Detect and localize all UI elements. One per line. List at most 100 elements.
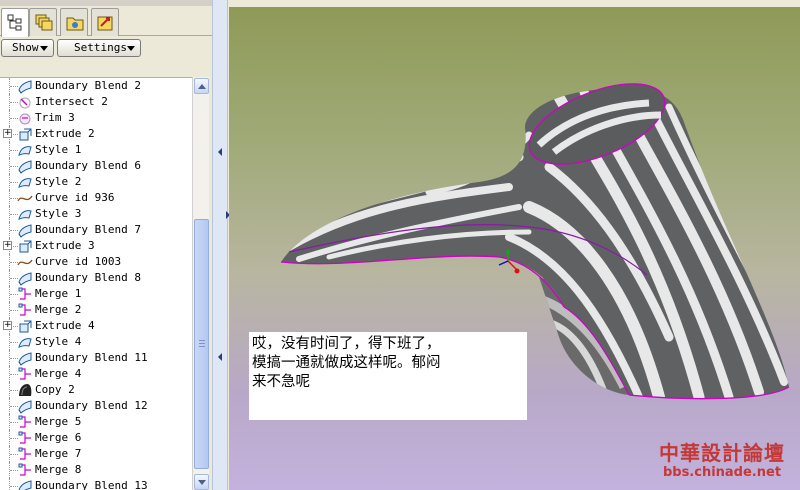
tree-item[interactable]: + Extrude 2 bbox=[0, 126, 192, 142]
tree-item-label: Style 2 bbox=[35, 175, 82, 188]
show-menu-button[interactable]: Show bbox=[1, 39, 54, 57]
tree-item-label: Boundary Blend 11 bbox=[35, 351, 148, 364]
tree-item[interactable]: Style 3 bbox=[0, 206, 192, 222]
tree-item[interactable]: Curve id 1003 bbox=[0, 254, 192, 270]
tree-item-label: Boundary Blend 8 bbox=[35, 271, 141, 284]
style-icon bbox=[18, 146, 32, 156]
layers-tab[interactable] bbox=[29, 8, 57, 36]
scroll-thumb[interactable] bbox=[194, 219, 209, 469]
curve-icon bbox=[17, 259, 33, 266]
model-tree: Boundary Blend 2 Intersect 2 Trim 3 + Extrud… bbox=[0, 77, 192, 490]
tree-scrollbar[interactable] bbox=[192, 77, 209, 490]
tree-item[interactable]: Style 1 bbox=[0, 142, 192, 158]
tree-item[interactable]: Merge 4 bbox=[0, 366, 192, 382]
tree-item-label: Merge 5 bbox=[35, 415, 82, 428]
note-line: 模搞一通就做成这样呢。郁闷 bbox=[252, 355, 441, 371]
favorites-tab[interactable] bbox=[91, 8, 119, 36]
model-tree-panel: Show Settings Boundary Blend 2 Intersect … bbox=[0, 0, 214, 490]
tree-item[interactable]: Boundary Blend 13 bbox=[0, 478, 192, 490]
tree-item-label: Boundary Blend 12 bbox=[35, 399, 148, 412]
tree-item-label: Boundary Blend 6 bbox=[35, 159, 141, 172]
watermark-title: 中華設計論壇 bbox=[659, 441, 785, 465]
forum-watermark: 中華設計論壇 bbs.chinade.net bbox=[650, 435, 794, 487]
tree-item[interactable]: Trim 3 bbox=[0, 110, 192, 126]
merge-icon bbox=[18, 303, 31, 316]
tree-item[interactable]: Curve id 936 bbox=[0, 190, 192, 206]
tree-item-label: Style 4 bbox=[35, 335, 82, 348]
model-tree-tab[interactable] bbox=[1, 8, 29, 37]
expand-icon[interactable]: + bbox=[3, 241, 12, 250]
panel-tab-bar bbox=[0, 6, 214, 37]
style-icon bbox=[18, 338, 32, 348]
merge-icon bbox=[18, 415, 31, 428]
expand-icon[interactable]: + bbox=[3, 321, 12, 330]
tree-item-label: Boundary Blend 7 bbox=[35, 223, 141, 236]
tree-item[interactable]: Boundary Blend 11 bbox=[0, 350, 192, 366]
scroll-up-button[interactable] bbox=[194, 78, 209, 94]
tree-item-label: Trim 3 bbox=[35, 111, 75, 124]
tree-item[interactable]: Intersect 2 bbox=[0, 94, 192, 110]
tree-item-label: Merge 4 bbox=[35, 367, 82, 380]
tree-item[interactable]: Boundary Blend 7 bbox=[0, 222, 192, 238]
comment-note: 哎，没有时间了，得下班了， 模搞一通就做成这样呢。郁闷 来不急呢 bbox=[249, 332, 527, 420]
graphics-viewport[interactable]: 哎，没有时间了，得下班了， 模搞一通就做成这样呢。郁闷 来不急呢 中華設計論壇 … bbox=[229, 0, 800, 490]
tree-item[interactable]: Copy 2 bbox=[0, 382, 192, 398]
show-button-label: Show bbox=[12, 41, 39, 54]
tree-item[interactable]: Boundary Blend 12 bbox=[0, 398, 192, 414]
tree-item[interactable]: Style 2 bbox=[0, 174, 192, 190]
tree-item[interactable]: Merge 8 bbox=[0, 462, 192, 478]
tree-item[interactable]: Merge 1 bbox=[0, 286, 192, 302]
tree-item[interactable]: Style 4 bbox=[0, 334, 192, 350]
settings-menu-button[interactable]: Settings bbox=[57, 39, 141, 57]
extrude-icon bbox=[19, 240, 32, 253]
tree-item[interactable]: Merge 7 bbox=[0, 446, 192, 462]
tree-item[interactable]: + Extrude 3 bbox=[0, 238, 192, 254]
merge-icon bbox=[18, 431, 31, 444]
model-tree-icon bbox=[7, 14, 22, 31]
tree-item-label: Extrude 2 bbox=[35, 127, 95, 140]
tree-item-label: Extrude 4 bbox=[35, 319, 95, 332]
tree-item-label: Copy 2 bbox=[35, 383, 75, 396]
tree-item-label: Merge 1 bbox=[35, 287, 82, 300]
tree-item[interactable]: Merge 6 bbox=[0, 430, 192, 446]
folder-icon bbox=[66, 17, 84, 31]
tree-item-label: Curve id 936 bbox=[35, 191, 115, 204]
trim-icon bbox=[19, 113, 31, 125]
boundary-blend-icon bbox=[18, 160, 32, 174]
tree-item-label: Intersect 2 bbox=[35, 95, 108, 108]
merge-icon bbox=[18, 367, 31, 380]
tree-item-label: Merge 8 bbox=[35, 463, 82, 476]
intersect-icon bbox=[19, 97, 31, 109]
favorites-icon bbox=[97, 16, 113, 31]
tree-item[interactable]: + Extrude 4 bbox=[0, 318, 192, 334]
panel-splitter[interactable] bbox=[212, 0, 228, 490]
chevron-down-icon bbox=[40, 46, 48, 51]
style-icon bbox=[18, 210, 32, 220]
folder-browser-tab[interactable] bbox=[60, 8, 88, 36]
boundary-blend-icon bbox=[18, 272, 32, 286]
tree-item-label: Merge 2 bbox=[35, 303, 82, 316]
layers-icon bbox=[35, 14, 53, 31]
tree-item-label: Style 1 bbox=[35, 143, 82, 156]
tree-connector bbox=[9, 478, 10, 490]
expand-icon[interactable]: + bbox=[3, 129, 12, 138]
scroll-down-button[interactable] bbox=[194, 474, 209, 490]
chevron-down-icon bbox=[198, 480, 206, 485]
tree-item-label: Style 3 bbox=[35, 207, 82, 220]
tree-item[interactable]: Boundary Blend 2 bbox=[0, 78, 192, 94]
boundary-blend-icon bbox=[18, 352, 32, 366]
collapse-left-icon[interactable] bbox=[218, 353, 222, 361]
merge-icon bbox=[18, 463, 31, 476]
merge-icon bbox=[18, 447, 31, 460]
copy-icon bbox=[19, 384, 32, 396]
tree-item[interactable]: Boundary Blend 6 bbox=[0, 158, 192, 174]
settings-button-label: Settings bbox=[74, 41, 127, 54]
boundary-blend-icon bbox=[18, 480, 32, 490]
extrude-icon bbox=[19, 320, 32, 333]
tree-item[interactable]: Boundary Blend 8 bbox=[0, 270, 192, 286]
style-icon bbox=[18, 178, 32, 188]
collapse-left-icon[interactable] bbox=[218, 148, 222, 156]
tree-item[interactable]: Merge 2 bbox=[0, 302, 192, 318]
tree-item-label: Merge 6 bbox=[35, 431, 82, 444]
tree-item[interactable]: Merge 5 bbox=[0, 414, 192, 430]
